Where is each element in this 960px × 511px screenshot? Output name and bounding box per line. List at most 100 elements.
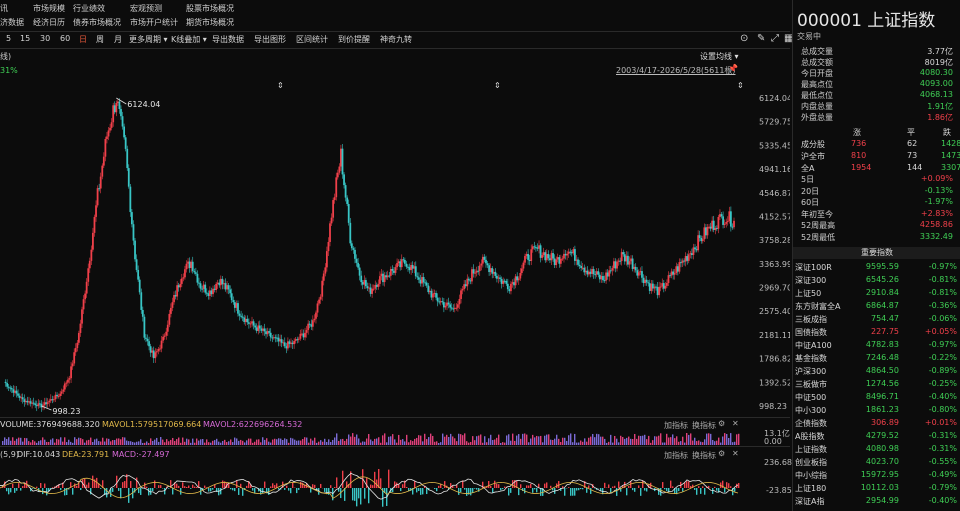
event-marker-icon[interactable]: ⇕ (277, 81, 284, 90)
volume-bar (514, 440, 516, 445)
volume-bar (420, 435, 422, 445)
macd-bar (76, 485, 78, 488)
index-change: -0.40% (928, 496, 957, 505)
macd-chart[interactable] (0, 462, 745, 511)
kline-overlay-dropdown[interactable]: K线叠加 ▾ (171, 34, 207, 45)
macd-bar (420, 488, 422, 495)
event-marker-icon[interactable]: ⇕ (737, 81, 744, 90)
index-row[interactable]: 中证A100 4782.83 -0.97% (795, 339, 959, 352)
period-5[interactable]: 5 (6, 34, 11, 43)
volume-bar (274, 438, 276, 445)
volume-bar (58, 439, 60, 445)
breadth-cell: 1428 (941, 139, 960, 148)
add-indicator-button[interactable]: 加指标 (664, 450, 688, 461)
volume-bar (22, 441, 24, 445)
stat-row: 最低点位 4068.13 (801, 90, 953, 101)
more-periods-dropdown[interactable]: 更多周期 ▾ (129, 34, 168, 45)
macd-bar (314, 484, 316, 488)
period-15[interactable]: 15 (20, 34, 30, 43)
index-row[interactable]: 国债指数 227.75 +0.05% (795, 326, 959, 339)
menu-item[interactable]: 债券市场概况 (73, 17, 121, 28)
expand-icon[interactable]: ⤢ (771, 33, 779, 44)
volume-bar (48, 441, 50, 445)
index-row[interactable]: 企债指数 306.89 +0.01% (795, 417, 959, 430)
index-row[interactable]: A股指数 4279.52 -0.31% (795, 430, 959, 443)
volume-bar (70, 441, 72, 445)
volume-bar (640, 435, 642, 445)
index-row[interactable]: 三板做市 1274.56 -0.25% (795, 378, 959, 391)
macd-bar (186, 486, 188, 488)
macd-bar (138, 488, 140, 494)
menu-item[interactable]: 股票市场概况 (186, 3, 234, 14)
macd-bar (310, 488, 312, 493)
menu-item[interactable]: 济数据 (0, 17, 24, 28)
index-row[interactable]: 中小综指 15972.95 -0.49% (795, 469, 959, 482)
pen-icon[interactable]: ✎ (757, 33, 765, 44)
period-30[interactable]: 30 (40, 34, 50, 43)
volume-bar (116, 438, 118, 445)
date-range[interactable]: 2003/4/17-2026/5/28(5611根) (616, 65, 736, 76)
index-row[interactable]: 创业板指 4023.70 -0.55% (795, 456, 959, 469)
index-row[interactable]: 上证180 10112.03 -0.79% (795, 482, 959, 495)
index-row[interactable]: 中证500 8496.71 -0.40% (795, 391, 959, 404)
volume-bar (280, 438, 282, 445)
pin-icon[interactable]: 📌 (728, 64, 738, 73)
index-row[interactable]: 深证100R 9595.59 -0.97% (795, 261, 959, 274)
period-month[interactable]: 月 (114, 34, 122, 45)
menu-item[interactable]: 行业绩效 (73, 3, 105, 14)
period-value: 4258.86 (919, 220, 953, 229)
index-section-title[interactable]: 重要指数 (793, 247, 960, 259)
volume-bar (502, 442, 504, 445)
index-row[interactable]: 中小300 1861.23 -0.80% (795, 404, 959, 417)
volume-bar (708, 433, 710, 445)
period-week[interactable]: 周 (96, 34, 104, 45)
index-row[interactable]: 三板成指 754.47 -0.06% (795, 313, 959, 326)
volume-bar (484, 436, 486, 445)
volume-bar (16, 438, 18, 445)
index-row[interactable]: 沪深300 4864.50 -0.89% (795, 365, 959, 378)
magic-nine-button[interactable]: 神奇九转 (380, 34, 412, 45)
menu-item[interactable]: 经济日历 (33, 17, 65, 28)
menu-item[interactable]: 市场规模 (33, 3, 65, 14)
index-price: 10112.03 (860, 483, 899, 492)
index-row[interactable]: 深证A指 2954.99 -0.40% (795, 495, 959, 508)
divider (0, 417, 790, 418)
menu-item[interactable]: 宏观预测 (130, 3, 162, 14)
gear-icon[interactable]: ⚙ (718, 449, 725, 458)
volume-bar (578, 442, 580, 445)
index-price: 15972.95 (860, 470, 899, 479)
menu-item[interactable]: 期货市场概况 (186, 17, 234, 28)
close-icon[interactable]: ✕ (732, 419, 739, 428)
volume-bar (120, 439, 122, 445)
index-row[interactable]: 基金指数 7246.48 -0.22% (795, 352, 959, 365)
macd-bar (182, 482, 184, 488)
index-row[interactable]: 深证300 6545.26 -0.81% (795, 274, 959, 287)
volume-bar (504, 442, 506, 445)
range-stats-button[interactable]: 区间统计 (296, 34, 328, 45)
volume-bar (622, 437, 624, 445)
close-icon[interactable]: ✕ (732, 449, 739, 458)
event-marker-icon[interactable]: ⇕ (494, 81, 501, 90)
index-row[interactable]: 东方财富全A 6864.87 -0.36% (795, 300, 959, 313)
gear-icon[interactable]: ⚙ (718, 419, 725, 428)
export-chart-button[interactable]: 导出图形 (254, 34, 286, 45)
volume-bar (594, 437, 596, 445)
price-chart[interactable]: 6124.04 5729.75 5335.45 4941.16 4546.87 4152.… (0, 78, 790, 416)
period-60[interactable]: 60 (60, 34, 70, 43)
macd-bar (442, 488, 444, 489)
volume-bar (426, 439, 428, 445)
volume-bar (268, 441, 270, 445)
volume-bar (164, 442, 166, 445)
switch-indicator-button[interactable]: 换指标 (692, 450, 716, 461)
index-row[interactable]: 上证50 2910.84 -0.81% (795, 287, 959, 300)
index-row[interactable]: 上证指数 4080.98 -0.31% (795, 443, 959, 456)
menu-item[interactable]: 讯 (0, 3, 8, 14)
macd-bar (464, 488, 466, 490)
ma-settings-dropdown[interactable]: 设置均线 ▾ (700, 51, 739, 62)
export-data-button[interactable]: 导出数据 (212, 34, 244, 45)
menu-item[interactable]: 市场开户统计 (130, 17, 178, 28)
collapse-icon[interactable]: ⊙ (740, 33, 748, 44)
price-alert-button[interactable]: 到价提醒 (338, 34, 370, 45)
period-day[interactable]: 日 (79, 34, 87, 45)
volume-chart[interactable] (0, 430, 745, 445)
